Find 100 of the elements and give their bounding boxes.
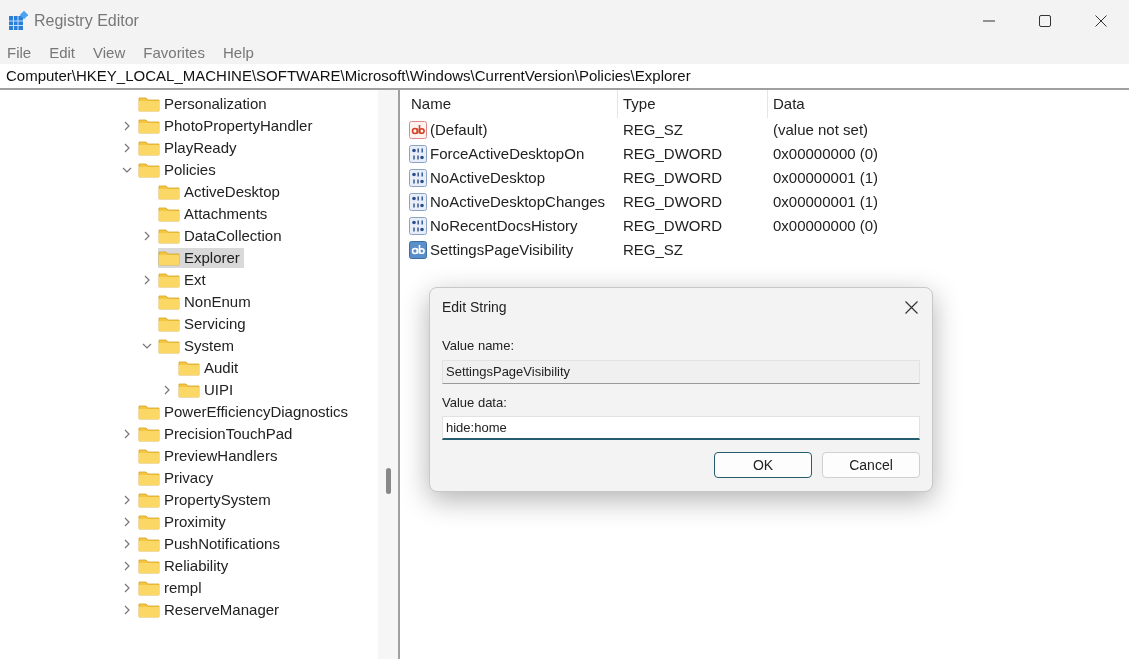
folder-icon: [138, 602, 160, 618]
chevron-right-icon[interactable]: [122, 143, 132, 153]
binary-value-icon: [409, 169, 427, 187]
value-name[interactable]: ForceActiveDesktopOn: [430, 142, 585, 166]
chevron-right-icon[interactable]: [122, 121, 132, 131]
folder-icon: [138, 514, 160, 530]
value-data-field[interactable]: hide:home: [442, 416, 920, 440]
registry-editor-icon: [8, 11, 28, 31]
chevron-down-icon[interactable]: [142, 341, 152, 351]
folder-icon: [138, 558, 160, 574]
tree-item[interactable]: Personalization: [138, 94, 271, 114]
chevron-right-icon[interactable]: [122, 495, 132, 505]
folder-icon: [138, 426, 160, 442]
tree-item[interactable]: ActiveDesktop: [158, 182, 284, 202]
folder-icon: [138, 140, 160, 156]
tree-item[interactable]: Policies: [138, 160, 220, 180]
tree-item[interactable]: UIPI: [178, 380, 238, 400]
tree-item[interactable]: NonEnum: [158, 292, 255, 312]
tree-item[interactable]: PropertySystem: [138, 490, 275, 510]
folder-icon: [138, 448, 160, 464]
value-data: 0x00000001 (1): [773, 193, 879, 210]
tree-item[interactable]: Explorer: [158, 248, 244, 268]
folder-icon: [178, 360, 200, 376]
value-name[interactable]: NoActiveDesktopChanges: [430, 190, 606, 214]
tree-item[interactable]: Proximity: [138, 512, 230, 532]
tree-item[interactable]: PreviewHandlers: [138, 446, 282, 466]
binary-value-icon: [409, 193, 427, 211]
binary-value-icon: [409, 217, 427, 235]
string-value-icon: [409, 241, 427, 259]
address-bar[interactable]: Computer\HKEY_LOCAL_MACHINE\SOFTWARE\Microsoft\Windows\CurrentVersion\Policies\Explorer: [0, 64, 1129, 90]
column-header[interactable]: Type: [618, 90, 768, 118]
value-data: (value not set): [773, 121, 869, 138]
tree-item[interactable]: Ext: [158, 270, 210, 290]
field-label: Value data:: [442, 393, 508, 412]
folder-icon: [178, 382, 200, 398]
tree-item[interactable]: PushNotifications: [138, 534, 284, 554]
tree-item[interactable]: System: [158, 336, 238, 356]
value-type: REG_DWORD: [623, 145, 723, 162]
chevron-right-icon[interactable]: [122, 561, 132, 571]
folder-icon: [138, 162, 160, 178]
close-icon: [1095, 15, 1107, 27]
value-name-field[interactable]: SettingsPageVisibility: [442, 359, 920, 384]
folder-icon: [158, 272, 180, 288]
folder-icon: [158, 228, 180, 244]
tree-item[interactable]: Privacy: [138, 468, 218, 488]
menu-item[interactable]: Help: [222, 41, 254, 65]
menu-item[interactable]: Edit: [49, 41, 76, 65]
folder-icon: [138, 492, 160, 508]
column-header[interactable]: Name: [406, 90, 618, 118]
folder-icon: [138, 96, 160, 112]
chevron-right-icon[interactable]: [122, 539, 132, 549]
tree-item[interactable]: PowerEfficiencyDiagnostics: [138, 402, 352, 422]
value-type: REG_DWORD: [623, 169, 723, 186]
chevron-down-icon[interactable]: [122, 165, 132, 175]
tree-item[interactable]: Reliability: [138, 556, 233, 576]
binary-value-icon: [409, 145, 427, 163]
value-type: REG_SZ: [623, 241, 683, 258]
tree-item[interactable]: rempl: [138, 578, 206, 598]
value-name[interactable]: NoRecentDocsHistory: [430, 214, 578, 238]
folder-icon: [158, 250, 180, 266]
tree-item[interactable]: PlayReady: [138, 138, 241, 158]
value-name[interactable]: (Default): [430, 118, 488, 142]
chevron-right-icon[interactable]: [122, 583, 132, 593]
chevron-right-icon[interactable]: [162, 385, 172, 395]
menu-item[interactable]: File: [7, 41, 32, 65]
tree-item[interactable]: DataCollection: [158, 226, 286, 246]
chevron-right-icon[interactable]: [122, 429, 132, 439]
folder-icon: [138, 536, 160, 552]
tree-item[interactable]: PrecisionTouchPad: [138, 424, 297, 444]
tree-item[interactable]: ReserveManager: [138, 600, 284, 620]
field-label: Value name:: [442, 337, 516, 355]
value-type: REG_DWORD: [623, 217, 723, 234]
window-title: Registry Editor: [34, 11, 139, 31]
folder-icon: [158, 316, 180, 332]
folder-icon: [138, 404, 160, 420]
folder-icon: [158, 206, 180, 222]
menu-item[interactable]: Favorites: [143, 41, 205, 65]
folder-icon: [138, 118, 160, 134]
ok-button[interactable]: OK: [714, 452, 812, 478]
folder-icon: [158, 294, 180, 310]
menu-item[interactable]: View: [93, 41, 126, 65]
value-name[interactable]: SettingsPageVisibility: [430, 238, 574, 262]
string-value-icon: [409, 121, 427, 139]
chevron-right-icon[interactable]: [122, 605, 132, 615]
value-type: REG_DWORD: [623, 193, 723, 210]
chevron-right-icon[interactable]: [122, 517, 132, 527]
dialog-title: Edit String: [442, 297, 507, 317]
tree-item[interactable]: Audit: [178, 358, 243, 378]
cancel-button[interactable]: Cancel: [822, 452, 920, 478]
folder-icon: [158, 338, 180, 354]
value-name[interactable]: NoActiveDesktop: [430, 166, 546, 190]
tree-item[interactable]: Servicing: [158, 314, 250, 334]
column-header[interactable]: Data: [768, 90, 1129, 118]
chevron-right-icon[interactable]: [142, 231, 152, 241]
tree-item[interactable]: PhotoPropertyHandler: [138, 116, 317, 136]
tree-item[interactable]: Attachments: [158, 204, 272, 224]
chevron-right-icon[interactable]: [142, 275, 152, 285]
folder-icon: [138, 470, 160, 486]
scrollbar-thumb[interactable]: [385, 468, 391, 494]
maximize-icon: [1039, 15, 1051, 27]
